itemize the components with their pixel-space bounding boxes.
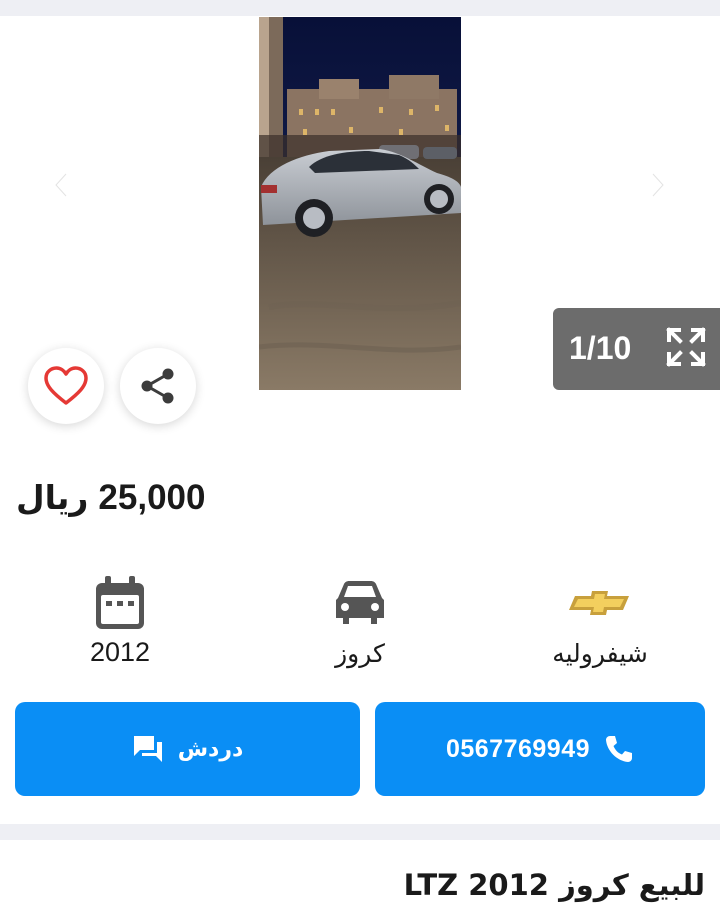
expand-icon[interactable]	[665, 326, 707, 368]
price: 25,000 ريال	[16, 478, 205, 518]
image-counter-overlay: 1/10	[553, 308, 720, 390]
spec-year-value: 2012	[89, 637, 151, 667]
heart-icon	[44, 366, 88, 405]
spec-model: كروز	[280, 575, 440, 668]
ad-title: للبيع كروز 2012 LTZ	[403, 868, 705, 902]
section-divider	[0, 824, 720, 840]
top-spacer	[0, 0, 720, 16]
chat-button[interactable]: دردش	[15, 702, 360, 796]
share-icon	[141, 368, 174, 404]
next-image-button[interactable]	[643, 168, 673, 202]
call-button-number: 0567769949	[445, 734, 591, 763]
spec-year: 2012	[40, 575, 200, 668]
phone-icon	[606, 736, 633, 762]
share-button[interactable]	[120, 348, 196, 424]
chevrolet-logo	[569, 591, 629, 615]
chevron-left-icon	[53, 171, 69, 199]
price-amount: 25,000	[98, 478, 206, 517]
chevron-right-icon	[650, 171, 666, 199]
spec-brand: شيفروليه	[520, 575, 680, 668]
car-icon	[336, 581, 384, 624]
calendar-icon	[96, 576, 144, 629]
image-counter: 1/10	[569, 330, 632, 366]
price-currency: ريال	[16, 478, 89, 517]
car-photo[interactable]	[259, 17, 461, 390]
spec-brand-value: شيفروليه	[552, 639, 648, 668]
call-button[interactable]: 0567769949	[375, 702, 705, 796]
favorite-button[interactable]	[28, 348, 104, 424]
chat-button-label: دردش	[177, 736, 244, 762]
spec-model-value: كروز	[335, 639, 385, 668]
chat-icon	[133, 736, 162, 762]
previous-image-button[interactable]	[46, 168, 76, 202]
image-gallery[interactable]: 1/10	[0, 16, 720, 424]
